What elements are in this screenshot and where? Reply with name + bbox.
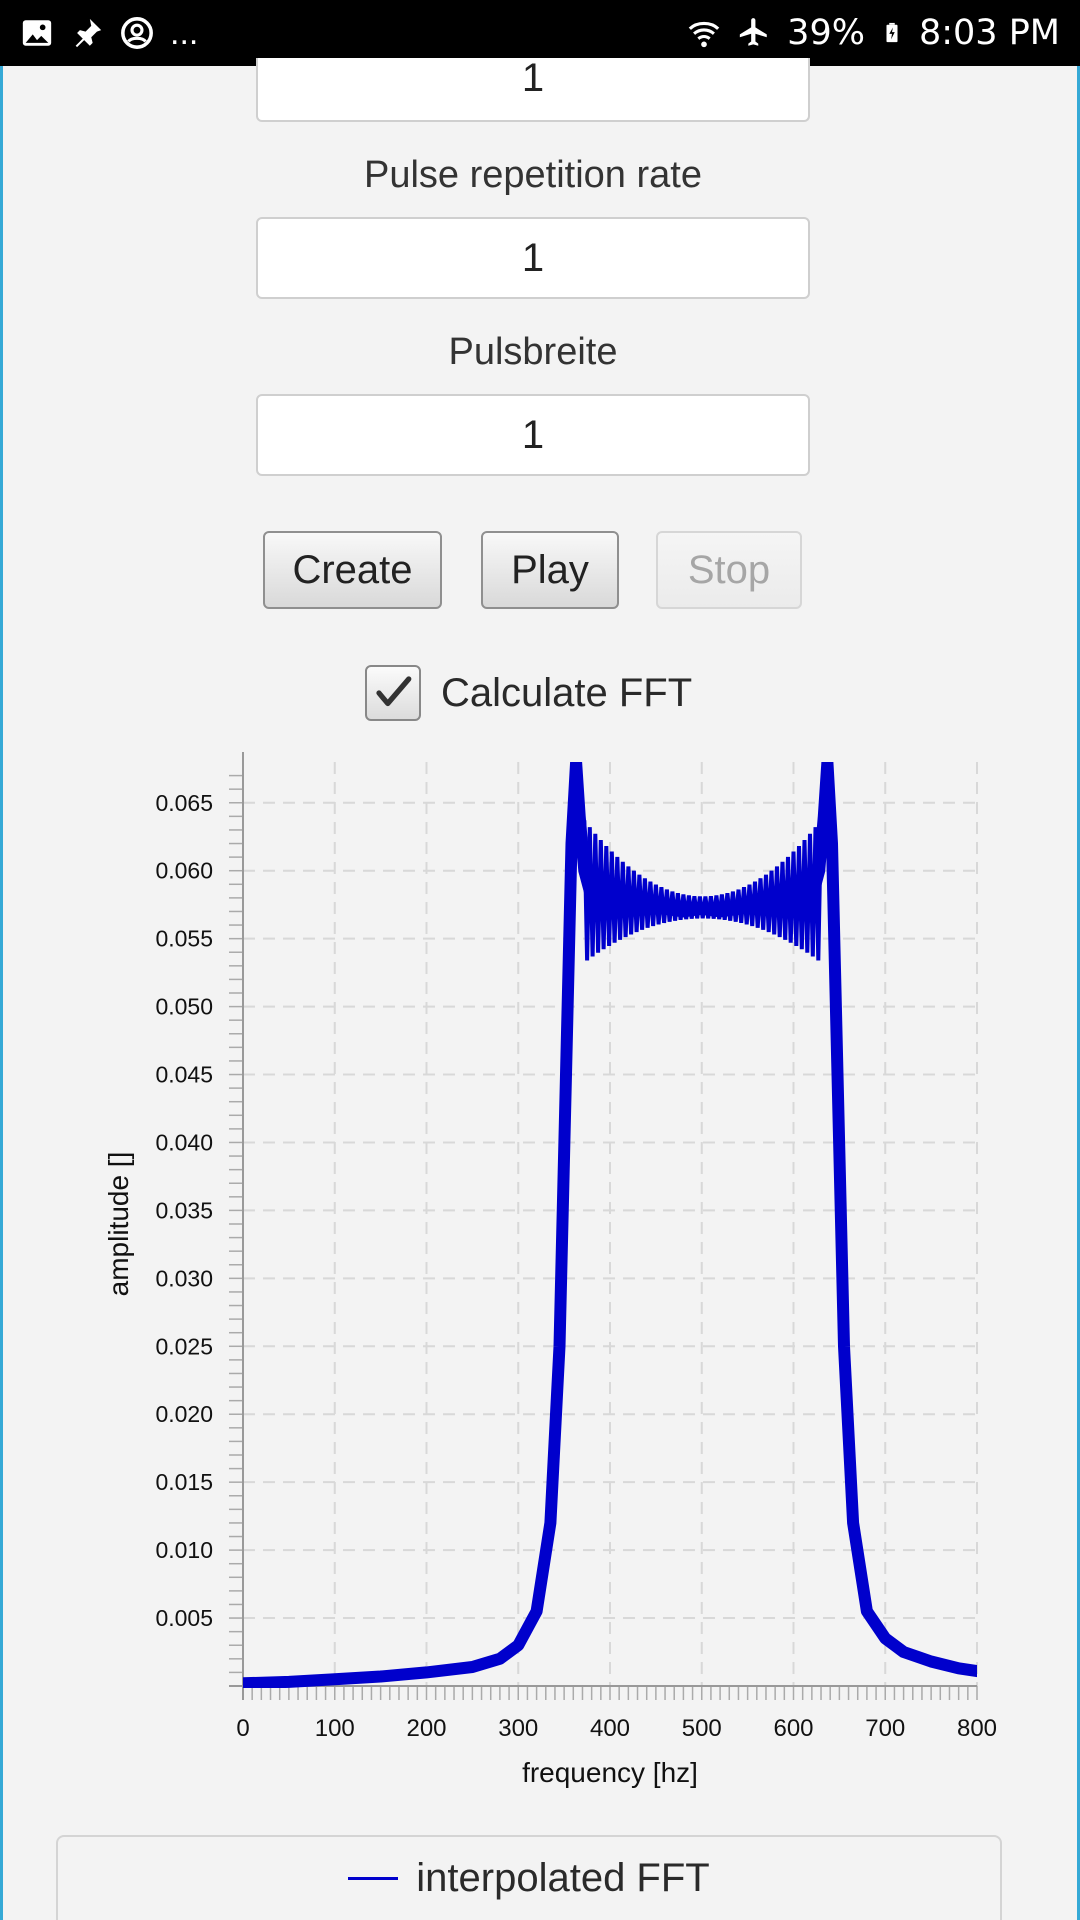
airplane-icon [740,18,767,46]
wifi-icon [688,21,720,48]
pulsbreite-field[interactable]: 1 [256,394,810,476]
clock: 8:03 PM [918,13,1060,53]
y-tick-label: 0.040 [155,1129,213,1155]
calculate-fft-label: Calculate FFT [441,670,693,715]
pulse-repetition-rate-label: Pulse repetition rate [364,154,702,196]
legend-swatch [348,1877,399,1880]
chart-legend: interpolated FFT [56,1835,1002,1920]
y-tick-label: 0.030 [155,1265,213,1291]
pulsbreite-label: Pulsbreite [448,331,618,373]
y-tick-label: 0.010 [155,1537,213,1563]
battery-charging-icon [886,22,898,43]
x-tick-label: 100 [315,1715,355,1742]
status-right: 39% 8:03 PM [687,13,1060,53]
y-tick-label: 0.005 [155,1605,213,1631]
x-tick-label: 600 [773,1715,813,1742]
fft-chart-svg: 0 100 200 300 400 500 600 700 800 0.005 0.010 0.015… [103,752,997,1788]
x-axis-label: frequency [hz] [522,1757,698,1788]
x-tick-label: 800 [957,1715,997,1742]
image-icon [22,20,52,46]
top-value-field[interactable]: 1 [256,58,810,122]
y-tick-label: 0.055 [155,926,213,952]
x-tick-label: 700 [865,1715,905,1742]
checkmark-icon [376,676,412,707]
stop-button[interactable]: Stop [656,531,802,609]
calculate-fft-checkbox[interactable] [365,665,421,721]
x-tick-label: 400 [590,1715,630,1742]
x-tick-label: 500 [682,1715,722,1742]
status-more: ... [170,13,199,52]
status-left: ... [20,14,198,53]
fft-chart: 0 100 200 300 400 500 600 700 800 0.005 0.010 0.015… [0,740,1060,1830]
y-tick-label: 0.025 [155,1333,213,1359]
y-tick-label: 0.060 [155,858,213,884]
y-tick-label: 0.020 [155,1401,213,1427]
y-tick-label: 0.015 [155,1469,213,1495]
x-tick-label: 200 [406,1715,446,1742]
legend-label: interpolated FFT [416,1856,710,1900]
pulse-repetition-rate-field[interactable]: 1 [256,217,810,299]
battery-percent: 39% [787,13,865,53]
y-tick-label: 0.045 [155,1062,213,1088]
pin-icon [75,18,102,48]
x-tick-label: 0 [236,1715,249,1742]
x-tick-label: 300 [498,1715,538,1742]
account-circle-icon [121,17,153,49]
y-tick-label: 0.065 [155,790,213,816]
play-button[interactable]: Play [481,531,619,609]
y-tick-label: 0.050 [155,994,213,1020]
create-button[interactable]: Create [263,531,442,609]
calculate-fft-row[interactable]: Calculate FFT [365,664,692,722]
y-tick-label: 0.035 [155,1197,213,1223]
y-axis-label: amplitude [] [103,1152,134,1297]
